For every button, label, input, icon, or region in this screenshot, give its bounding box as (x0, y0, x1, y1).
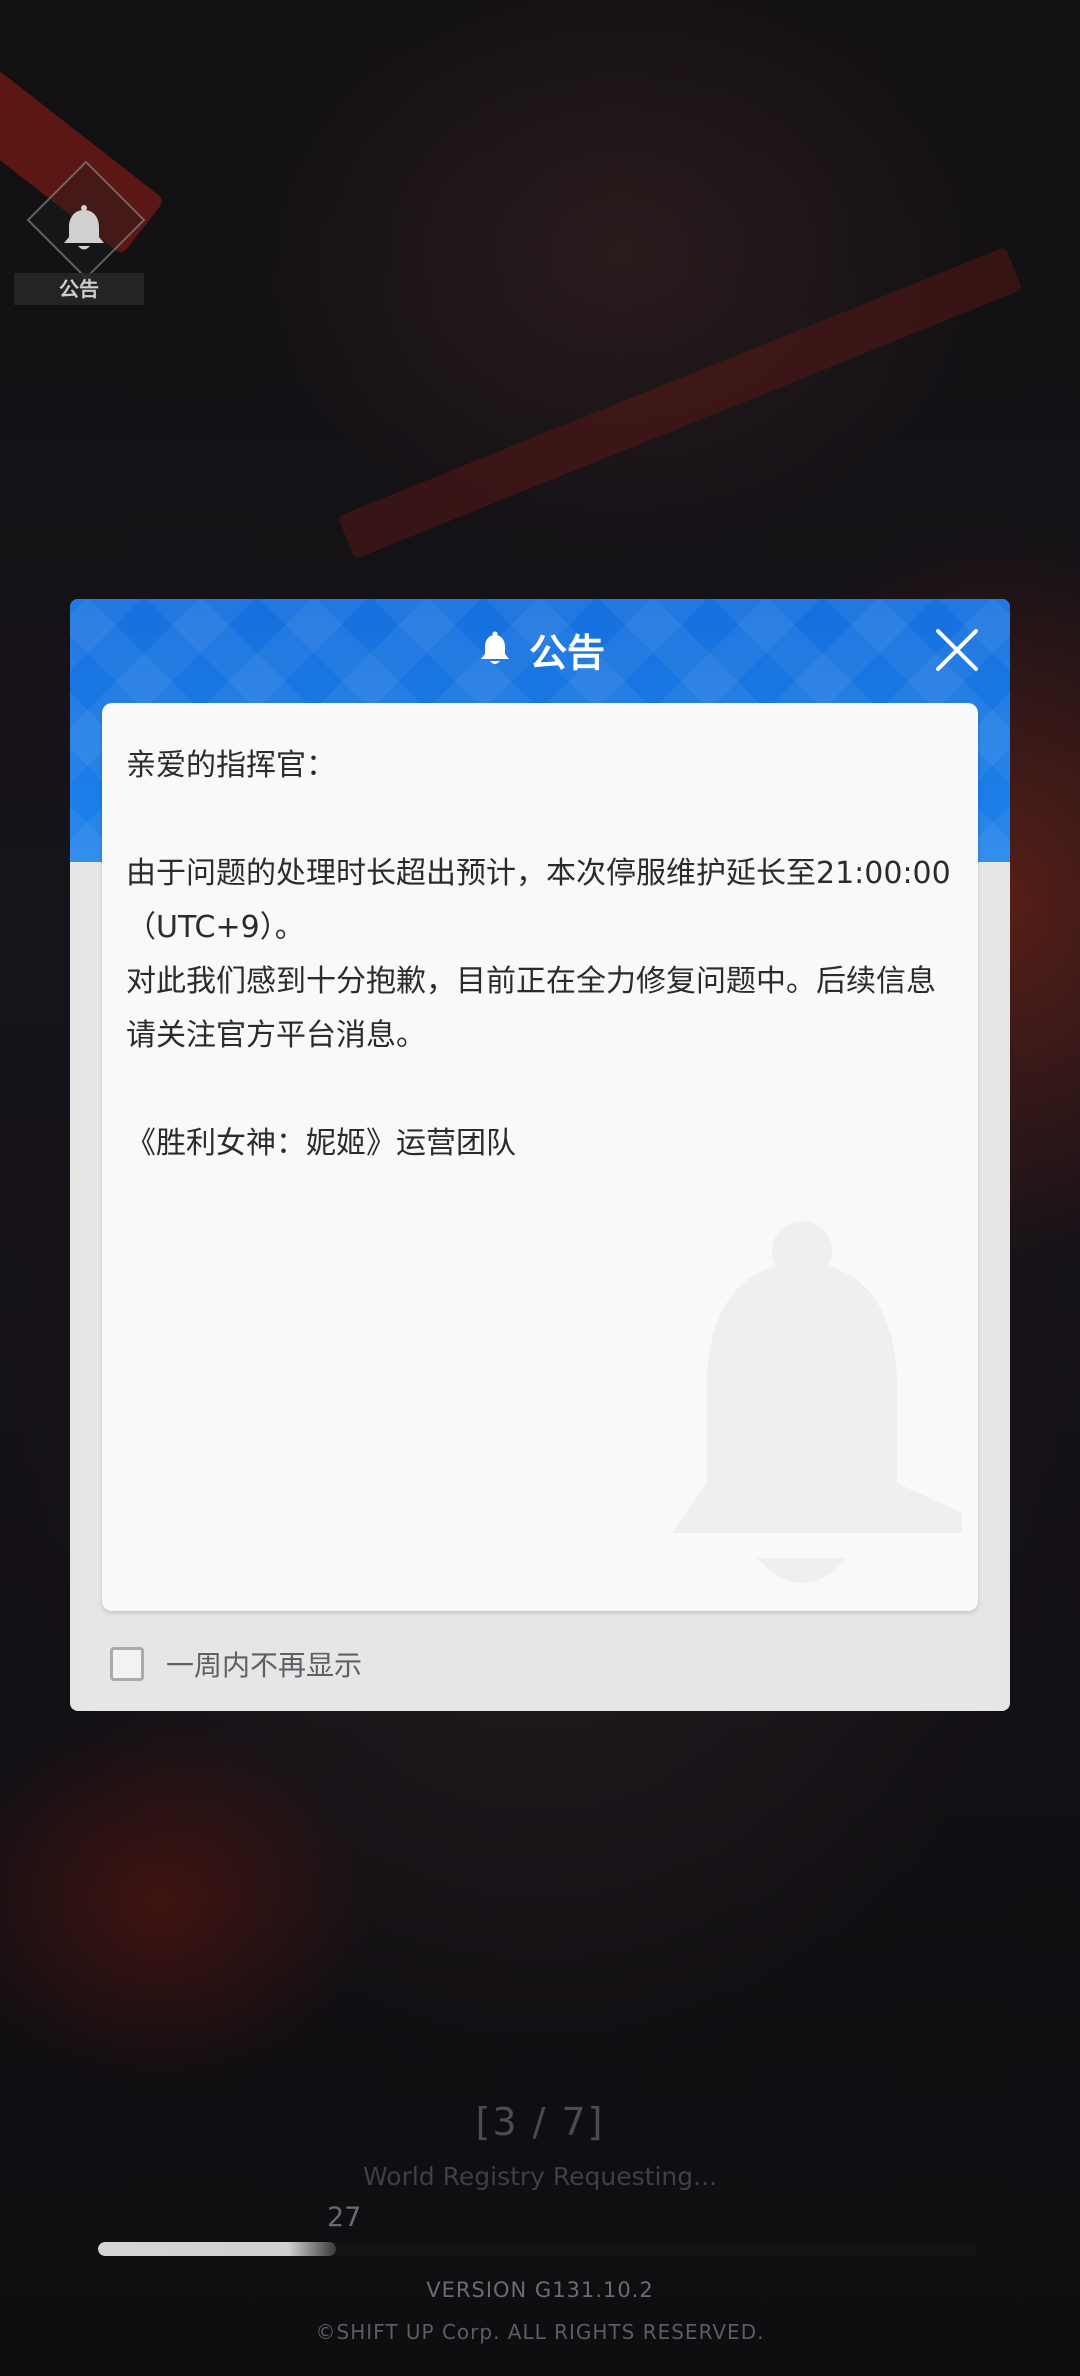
notice-label: 公告 (14, 273, 144, 305)
announcement-dialog: 公告 亲爱的指挥官： 由于问题的处理时长超出预计，本次停服维护延长至21:00:… (70, 599, 1010, 1711)
announcement-text: 亲爱的指挥官： 由于问题的处理时长超出预计，本次停服维护延长至21:00:00（… (126, 739, 956, 1171)
progress-bar (98, 2242, 978, 2256)
announcement-paragraph: 对此我们感到十分抱歉，目前正在全力修复问题中。后续信息请关注官方平台消息。 (126, 964, 936, 1053)
progress-value: 27 (327, 2202, 362, 2233)
signature: 《胜利女神：妮姬》运营团队 (126, 1126, 516, 1161)
loading-step: [3 / 7] (475, 2100, 605, 2144)
copyright-label: ©SHIFT UP Corp. ALL RIGHTS RESERVED. (315, 2320, 765, 2344)
notice-shortcut[interactable]: 公告 (14, 160, 146, 308)
greeting: 亲爱的指挥官： (126, 748, 336, 783)
version-label: VERSION G131.10.2 (426, 2278, 654, 2302)
progress-bar-fill (98, 2242, 336, 2256)
loading-status: World Registry Requesting... (363, 2162, 717, 2191)
bell-icon (64, 205, 104, 250)
dont-show-week-checkbox[interactable] (110, 1647, 144, 1681)
dont-show-week-option[interactable]: 一周内不再显示 (110, 1639, 362, 1689)
dialog-title-text: 公告 (528, 630, 605, 675)
announcement-content[interactable]: 亲爱的指挥官： 由于问题的处理时长超出预计，本次停服维护延长至21:00:00（… (102, 703, 978, 1611)
dont-show-week-label: 一周内不再显示 (166, 1649, 363, 1682)
announcement-paragraph: 由于问题的处理时长超出预计，本次停服维护延长至21:00:00（UTC+9）。 (126, 856, 951, 945)
bell-icon (480, 631, 509, 664)
close-icon[interactable] (932, 625, 982, 675)
bell-watermark-icon (672, 1221, 962, 1583)
dialog-title: 公告 (70, 619, 1010, 679)
